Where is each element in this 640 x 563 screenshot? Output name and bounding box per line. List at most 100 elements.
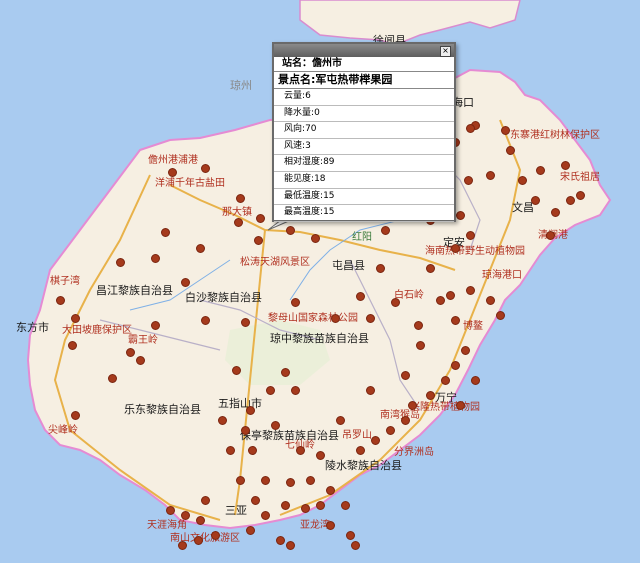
- scenic-marker[interactable]: [291, 298, 300, 307]
- scenic-marker[interactable]: [226, 446, 235, 455]
- scenic-marker[interactable]: [501, 126, 510, 135]
- scenic-marker[interactable]: [56, 296, 65, 305]
- scenic-marker[interactable]: [116, 258, 125, 267]
- scenic-marker[interactable]: [496, 311, 505, 320]
- scenic-marker[interactable]: [518, 176, 527, 185]
- scenic-marker[interactable]: [506, 146, 515, 155]
- scenic-marker[interactable]: [196, 516, 205, 525]
- scenic-marker[interactable]: [218, 416, 227, 425]
- scenic-marker[interactable]: [286, 541, 295, 550]
- scenic-marker[interactable]: [296, 446, 305, 455]
- scenic-marker[interactable]: [266, 386, 275, 395]
- scenic-marker[interactable]: [451, 244, 460, 253]
- scenic-marker[interactable]: [326, 486, 335, 495]
- scenic-marker[interactable]: [446, 291, 455, 300]
- scenic-marker[interactable]: [161, 228, 170, 237]
- scenic-marker[interactable]: [346, 531, 355, 540]
- scenic-marker[interactable]: [414, 321, 423, 330]
- scenic-marker[interactable]: [261, 476, 270, 485]
- scenic-marker[interactable]: [201, 496, 210, 505]
- scenic-marker[interactable]: [436, 296, 445, 305]
- scenic-marker[interactable]: [194, 536, 203, 545]
- scenic-marker[interactable]: [471, 376, 480, 385]
- scenic-marker[interactable]: [461, 346, 470, 355]
- scenic-marker[interactable]: [316, 451, 325, 460]
- scenic-marker[interactable]: [356, 292, 365, 301]
- scenic-marker[interactable]: [331, 314, 340, 323]
- scenic-marker[interactable]: [281, 501, 290, 510]
- scenic-marker[interactable]: [281, 368, 290, 377]
- scenic-marker[interactable]: [561, 161, 570, 170]
- scenic-marker[interactable]: [126, 348, 135, 357]
- scenic-marker[interactable]: [566, 196, 575, 205]
- scenic-marker[interactable]: [241, 318, 250, 327]
- scenic-marker[interactable]: [241, 426, 250, 435]
- scenic-marker[interactable]: [181, 278, 190, 287]
- scenic-marker[interactable]: [371, 436, 380, 445]
- scenic-marker[interactable]: [286, 478, 295, 487]
- scenic-marker[interactable]: [254, 236, 263, 245]
- scenic-marker[interactable]: [466, 286, 475, 295]
- scenic-marker[interactable]: [151, 254, 160, 263]
- scenic-marker[interactable]: [166, 506, 175, 515]
- scenic-marker[interactable]: [456, 211, 465, 220]
- scenic-marker[interactable]: [236, 194, 245, 203]
- close-icon[interactable]: ×: [440, 46, 451, 57]
- scenic-marker[interactable]: [386, 426, 395, 435]
- scenic-marker[interactable]: [271, 421, 280, 430]
- scenic-marker[interactable]: [196, 244, 205, 253]
- scenic-marker[interactable]: [416, 341, 425, 350]
- scenic-marker[interactable]: [551, 208, 560, 217]
- scenic-marker[interactable]: [248, 446, 257, 455]
- scenic-marker[interactable]: [151, 321, 160, 330]
- scenic-marker[interactable]: [546, 231, 555, 240]
- scenic-marker[interactable]: [341, 501, 350, 510]
- scenic-marker[interactable]: [136, 356, 145, 365]
- scenic-marker[interactable]: [68, 341, 77, 350]
- scenic-marker[interactable]: [536, 166, 545, 175]
- scenic-marker[interactable]: [261, 511, 270, 520]
- scenic-marker[interactable]: [201, 316, 210, 325]
- scenic-marker[interactable]: [232, 366, 241, 375]
- scenic-marker[interactable]: [246, 406, 255, 415]
- scenic-marker[interactable]: [351, 541, 360, 550]
- scenic-marker[interactable]: [301, 504, 310, 513]
- scenic-marker[interactable]: [401, 416, 410, 425]
- scenic-marker[interactable]: [181, 511, 190, 520]
- scenic-marker[interactable]: [466, 231, 475, 240]
- scenic-marker[interactable]: [486, 296, 495, 305]
- scenic-marker[interactable]: [531, 196, 540, 205]
- scenic-marker[interactable]: [256, 214, 265, 223]
- scenic-marker[interactable]: [71, 314, 80, 323]
- scenic-marker[interactable]: [251, 496, 260, 505]
- scenic-marker[interactable]: [336, 416, 345, 425]
- scenic-marker[interactable]: [108, 374, 117, 383]
- scenic-marker[interactable]: [246, 526, 255, 535]
- scenic-marker[interactable]: [441, 376, 450, 385]
- scenic-marker[interactable]: [236, 476, 245, 485]
- scenic-marker[interactable]: [286, 226, 295, 235]
- scenic-marker[interactable]: [464, 176, 473, 185]
- scenic-marker[interactable]: [178, 541, 187, 550]
- scenic-marker[interactable]: [276, 536, 285, 545]
- scenic-marker[interactable]: [366, 386, 375, 395]
- scenic-marker[interactable]: [381, 226, 390, 235]
- scenic-marker[interactable]: [466, 124, 475, 133]
- scenic-marker[interactable]: [234, 218, 243, 227]
- scenic-marker[interactable]: [291, 386, 300, 395]
- scenic-marker[interactable]: [201, 164, 210, 173]
- scenic-marker[interactable]: [451, 316, 460, 325]
- scenic-marker[interactable]: [401, 371, 410, 380]
- scenic-marker[interactable]: [168, 168, 177, 177]
- scenic-marker[interactable]: [486, 171, 495, 180]
- scenic-marker[interactable]: [426, 264, 435, 273]
- scenic-marker[interactable]: [366, 314, 375, 323]
- scenic-marker[interactable]: [356, 446, 365, 455]
- scenic-marker[interactable]: [408, 401, 417, 410]
- scenic-marker[interactable]: [451, 361, 460, 370]
- scenic-marker[interactable]: [456, 401, 465, 410]
- scenic-marker[interactable]: [376, 264, 385, 273]
- scenic-marker[interactable]: [326, 521, 335, 530]
- scenic-marker[interactable]: [426, 391, 435, 400]
- scenic-marker[interactable]: [211, 531, 220, 540]
